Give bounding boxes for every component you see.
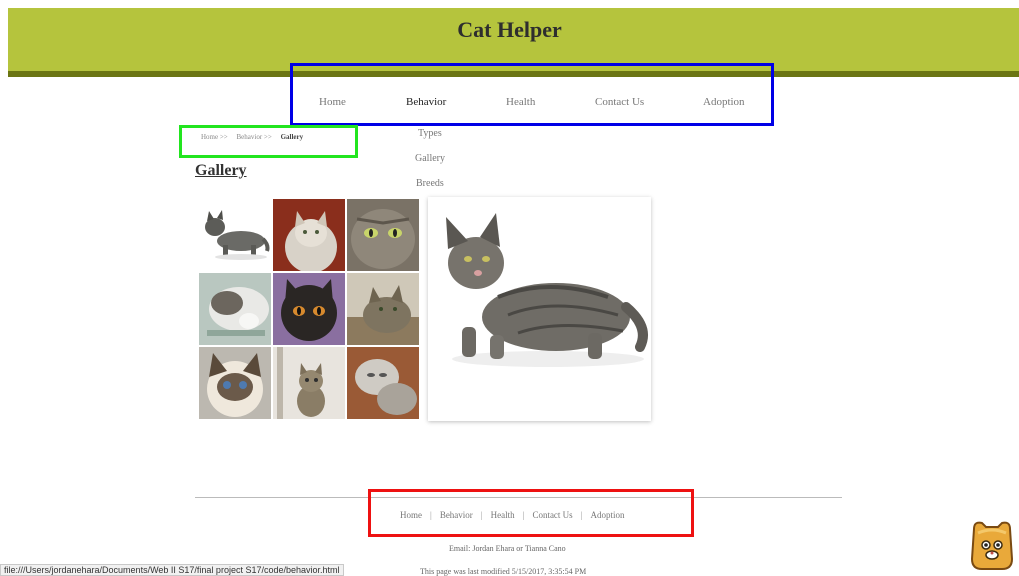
mascot-logo-icon — [968, 519, 1016, 571]
gallery-main-photo — [428, 197, 651, 421]
gallery-thumbnail[interactable] — [199, 273, 271, 345]
gallery-thumbnail[interactable] — [199, 199, 271, 271]
page-title: Gallery — [195, 162, 247, 179]
gallery-thumbnail[interactable] — [199, 347, 271, 419]
annotation-box-breadcrumb — [179, 125, 358, 158]
site-title: Cat Helper — [457, 17, 562, 42]
dropdown-types[interactable]: Types — [418, 128, 442, 139]
gallery-thumbnail[interactable] — [347, 273, 419, 345]
gallery-thumbnail[interactable] — [347, 199, 419, 271]
annotation-box-footer-nav — [368, 489, 694, 537]
dropdown-breeds[interactable]: Breeds — [416, 178, 444, 189]
gallery-thumbnail[interactable] — [273, 347, 345, 419]
gallery-thumbnail[interactable] — [347, 347, 419, 419]
footer-email: Email: Jordan Ehara or Tianna Cano — [449, 544, 566, 553]
gallery-thumbnail[interactable] — [273, 199, 345, 271]
dropdown-gallery[interactable]: Gallery — [415, 153, 445, 164]
footer-last-modified: This page was last modified 5/15/2017, 3… — [420, 567, 587, 576]
gallery-thumbnail[interactable] — [273, 273, 345, 345]
annotation-box-nav — [290, 63, 774, 126]
browser-status-bar: file:///Users/jordanehara/Documents/Web … — [0, 564, 344, 576]
